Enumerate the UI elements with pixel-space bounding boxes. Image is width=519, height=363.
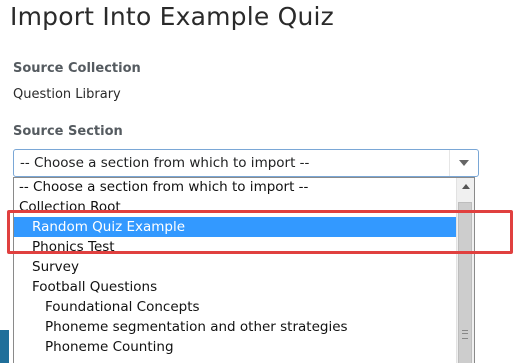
dropdown-option[interactable]: Foundational Concepts <box>14 297 457 317</box>
select-current-value: -- Choose a section from which to import… <box>20 155 310 171</box>
section-dropdown-list[interactable]: Phoneme Counting Phoneme segmentation and… <box>13 177 475 363</box>
dropdown-option-label: -- Choose a section from which to import… <box>19 179 309 195</box>
dropdown-option-label: Survey <box>32 259 79 275</box>
source-section-select[interactable]: -- Choose a section from which to import… <box>13 149 479 177</box>
highlight-annotation-box <box>7 210 513 254</box>
dropdown-option-label: Phoneme segmentation and other strategie… <box>45 319 348 335</box>
dropdown-option-label: Phoneme Counting <box>45 339 174 355</box>
page-title: Import Into Example Quiz <box>10 2 334 31</box>
source-collection-label: Source Collection <box>13 61 141 76</box>
dropdown-option-label: Football Questions <box>32 279 158 295</box>
dropdown-option-label: Foundational Concepts <box>45 299 200 315</box>
dropdown-option[interactable]: Phoneme segmentation and other strategie… <box>14 317 457 337</box>
dropdown-option[interactable]: -- Choose a section from which to import… <box>14 178 457 197</box>
dropdown-option[interactable]: Phoneme Counting <box>14 337 457 357</box>
dropdown-option[interactable]: Football Questions <box>14 277 457 297</box>
chevron-down-icon[interactable] <box>449 150 478 176</box>
dropdown-scrollbar[interactable] <box>456 178 474 363</box>
source-section-label: Source Section <box>13 124 123 139</box>
left-accent-bar <box>0 330 9 363</box>
source-collection-value: Question Library <box>13 87 121 102</box>
dropdown-option[interactable]: Survey <box>14 257 457 277</box>
scroll-grip-icon <box>462 330 468 339</box>
scroll-up-arrow-icon[interactable] <box>457 178 474 195</box>
